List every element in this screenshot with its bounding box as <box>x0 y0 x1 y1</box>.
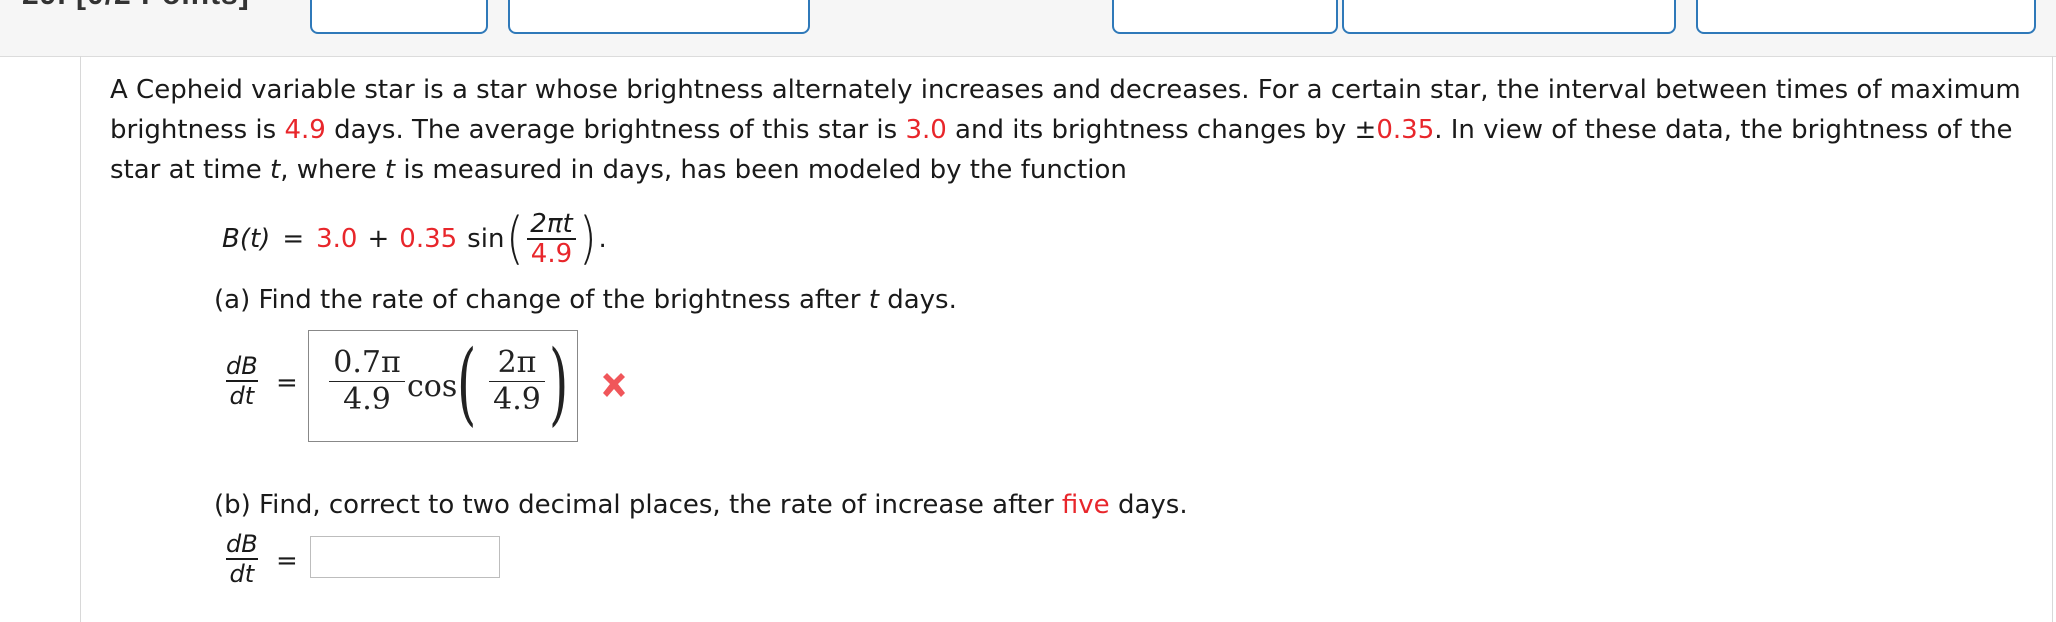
content-right-border <box>2052 56 2053 622</box>
answer-denominator-1: 4.9 <box>329 381 405 418</box>
period-value: 4.9 <box>284 115 326 145</box>
formula-coefficient: 0.35 <box>399 224 458 254</box>
intro-text: is measured in days, has been modeled by… <box>395 155 1127 185</box>
answer-cos: cos <box>407 369 458 404</box>
part-a-equals: = <box>276 368 298 398</box>
part-b-prompt: (b) Find, correct to two decimal places,… <box>214 490 1188 520</box>
ask-teacher-button[interactable]: ASK YOUR TEACHER <box>1342 0 1676 34</box>
derivative-numerator: dB <box>226 530 258 558</box>
part-b-answer-input[interactable] <box>310 536 500 578</box>
answer-left-paren: ( <box>457 331 477 436</box>
part-b-text: (b) Find, correct to two decimal places,… <box>214 490 1062 520</box>
answer-denominator-2: 4.9 <box>489 381 545 418</box>
my-notes-button[interactable]: MY NOTES <box>1112 0 1338 34</box>
variable-t: t <box>868 285 879 315</box>
derivative-denominator: dt <box>225 380 259 410</box>
intro-text: , where <box>280 155 385 185</box>
part-a-text: (a) Find the rate of change of the brigh… <box>214 285 869 315</box>
previous-answers-button[interactable]: PREVIOUS ANSWERS <box>508 0 810 34</box>
formula-constant: 3.0 <box>316 224 358 254</box>
variable-t: t <box>384 155 396 185</box>
answer-numerator-2: 2π <box>497 345 537 380</box>
formula-plus: + <box>367 224 390 254</box>
part-a-prompt: (a) Find the rate of change of the brigh… <box>214 285 957 315</box>
plus-minus-sign: ± <box>1354 115 1377 145</box>
part-a-derivative: dB dt <box>222 352 262 410</box>
average-value: 3.0 <box>905 115 947 145</box>
details-button[interactable]: DETAILS <box>310 0 488 34</box>
variable-t: t <box>270 155 281 185</box>
question-header: 29. [0/2 Points] DETAILS PREVIOUS ANSWER… <box>0 0 2056 57</box>
answer-fraction-1: 0.7π 4.9 <box>329 345 405 418</box>
answer-numerator-1: 0.7π <box>333 345 401 380</box>
part-b-derivative: dB dt <box>222 530 262 588</box>
formula-numerator: 2πt <box>530 209 573 239</box>
answer-right-paren: ) <box>549 331 569 436</box>
part-b-equals: = <box>276 546 298 576</box>
question-points: 29. [0/2 Points] <box>22 0 250 12</box>
part-a-text: days. <box>878 285 957 315</box>
problem-statement: A Cepheid variable star is a star whose … <box>110 70 2030 190</box>
derivative-numerator: dB <box>226 352 258 380</box>
part-b-text: days. <box>1109 490 1188 520</box>
formula-denominator: 4.9 <box>526 238 577 268</box>
x-mark-icon <box>603 373 625 397</box>
days-value: five <box>1061 490 1110 520</box>
content-left-border <box>80 56 81 622</box>
amplitude-value: 0.35 <box>1376 115 1435 145</box>
formula-sin: sin <box>467 224 505 254</box>
formula-fraction: 2πt 4.9 <box>526 209 577 268</box>
intro-text: and its brightness changes by <box>946 115 1355 145</box>
formula-lhs: B(t) <box>222 224 271 254</box>
right-paren: ) <box>578 206 597 271</box>
left-paren: ( <box>506 206 525 271</box>
brightness-formula: B(t) = 3.0 + 0.35 sin ( 2πt 4.9 ) . <box>222 210 607 268</box>
derivative-denominator: dt <box>225 558 259 588</box>
practice-another-button[interactable]: PRACTICE ANOTHER <box>1696 0 2036 34</box>
intro-text: days. The average brightness of this sta… <box>325 115 906 145</box>
answer-fraction-2: 2π 4.9 <box>489 345 545 418</box>
formula-equals: = <box>282 224 305 254</box>
formula-period: . <box>598 224 607 254</box>
part-a-answer-box[interactable]: 0.7π 4.9 cos ( 2π 4.9 ) <box>308 330 578 442</box>
